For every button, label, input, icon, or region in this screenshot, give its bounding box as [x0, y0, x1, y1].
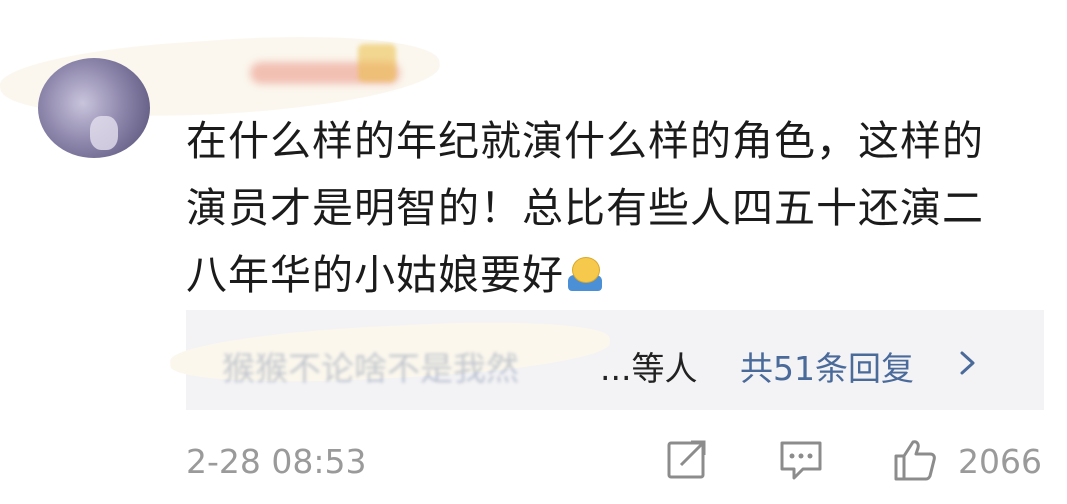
reply-users-suffix: ...等人	[600, 349, 698, 388]
like-count: 2066	[958, 442, 1042, 481]
timestamp: 2-28 08:53	[186, 442, 367, 481]
comment-line: 演员才是明智的！总比有些人四五十还演二	[186, 184, 984, 232]
chevron-right-icon[interactable]	[956, 348, 980, 378]
thumbs-up-icon[interactable]	[892, 438, 938, 482]
share-icon[interactable]	[664, 438, 710, 482]
comment-icon[interactable]	[778, 438, 824, 482]
avatar-highlight	[90, 116, 118, 150]
comment-line: 在什么样的年纪就演什么样的角色，这样的	[186, 117, 984, 165]
comment-line-text: 八年华的小姑娘要好	[186, 251, 564, 299]
shrug-emoji-icon	[568, 257, 602, 293]
vip-badge-icon	[358, 44, 396, 82]
comment-line: 八年华的小姑娘要好	[186, 242, 1056, 309]
avatar[interactable]	[38, 58, 150, 158]
comment-body: 在什么样的年纪就演什么样的角色，这样的 演员才是明智的！总比有些人四五十还演二 …	[186, 108, 1056, 309]
reply-user-names[interactable]: 猴猴不论啥不是我然	[222, 342, 632, 390]
comment-card: 在什么样的年纪就演什么样的角色，这样的 演员才是明智的！总比有些人四五十还演二 …	[0, 0, 1067, 504]
view-replies-link[interactable]: 共51条回复	[740, 342, 914, 390]
